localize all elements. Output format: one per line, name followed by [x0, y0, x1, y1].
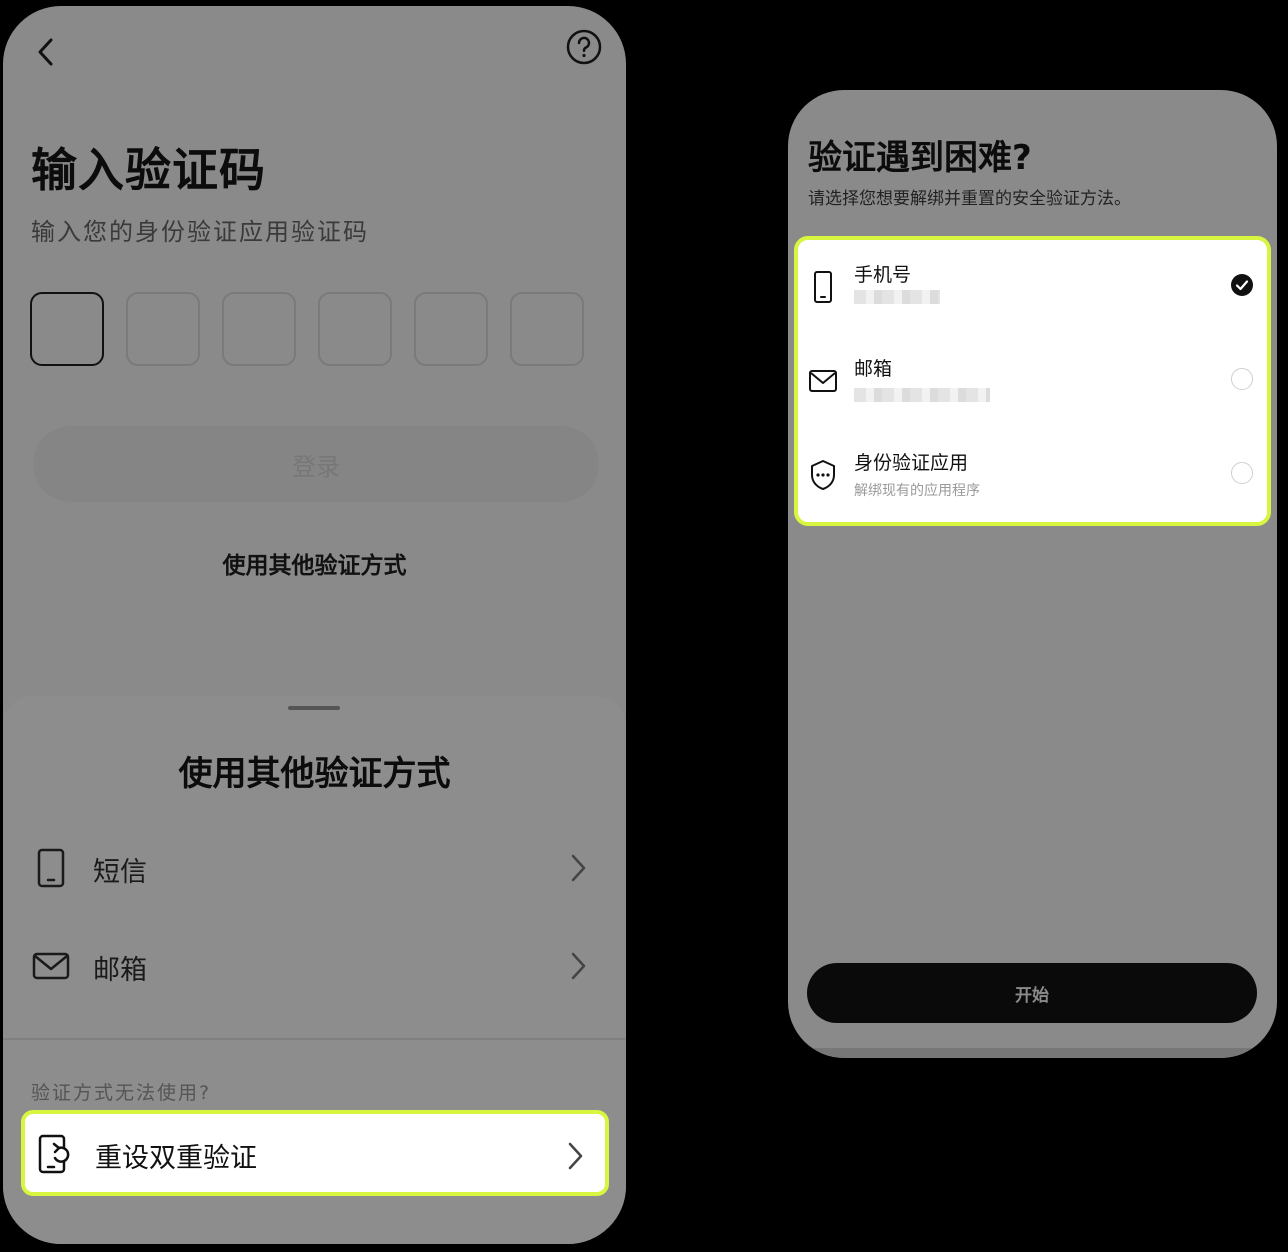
- mail-icon: [809, 370, 837, 392]
- back-arrow-icon[interactable]: [31, 32, 63, 72]
- left-phone-screen: 输入验证码 输入您的身份验证应用验证码 登录 使用其他验证方式 使用其他验证方式…: [3, 6, 626, 1244]
- code-digit-6[interactable]: [510, 292, 584, 366]
- reset-options-card: 手机号 邮箱 身份验证应用 解绑现有的应用程序: [794, 236, 1271, 526]
- option-radio[interactable]: [1231, 462, 1253, 484]
- phone-icon: [37, 848, 65, 888]
- page-subtitle: 输入您的身份验证应用验证码: [31, 218, 369, 246]
- code-digit-1[interactable]: [30, 292, 104, 366]
- chevron-right-icon: [571, 952, 586, 980]
- shield-icon: [811, 460, 835, 490]
- chevron-right-icon: [571, 854, 586, 882]
- login-button[interactable]: 登录: [33, 426, 599, 502]
- masked-email: [854, 388, 990, 402]
- option-radio[interactable]: [1231, 368, 1253, 390]
- code-input-row: [30, 292, 584, 366]
- cant-use-label: 验证方式无法使用?: [31, 1082, 212, 1104]
- right-phone-screen: 验证遇到困难? 请选择您想要解绑并重置的安全验证方法。 手机号 邮箱 身份验证应…: [788, 90, 1277, 1058]
- masked-phone-number: [854, 290, 940, 304]
- help-icon[interactable]: [565, 28, 603, 66]
- sheet-option-email[interactable]: 邮箱: [3, 930, 626, 1000]
- chevron-right-icon: [568, 1142, 583, 1170]
- start-button[interactable]: 开始: [807, 963, 1257, 1023]
- phone-icon: [814, 271, 832, 303]
- code-digit-3[interactable]: [222, 292, 296, 366]
- reset-page-subtitle: 请选择您想要解绑并重置的安全验证方法。: [808, 189, 1131, 209]
- option-authenticator[interactable]: 身份验证应用 解绑现有的应用程序: [798, 428, 1267, 522]
- other-methods-link[interactable]: 使用其他验证方式: [3, 546, 626, 580]
- check-icon: [1235, 280, 1249, 291]
- reset-2fa-button[interactable]: 重设双重验证: [21, 1110, 609, 1196]
- option-label: 手机号: [854, 264, 912, 286]
- sheet-drag-handle[interactable]: [288, 706, 340, 710]
- option-email[interactable]: 邮箱: [798, 334, 1267, 428]
- option-label: 邮箱: [854, 358, 893, 380]
- reset-2fa-label: 重设双重验证: [95, 1143, 257, 1174]
- option-radio-checked[interactable]: [1231, 274, 1253, 296]
- code-digit-4[interactable]: [318, 292, 392, 366]
- option-label: 身份验证应用: [854, 452, 969, 474]
- mail-icon: [32, 952, 70, 980]
- sheet-divider: [3, 1038, 626, 1040]
- reset-page-title: 验证遇到困难?: [808, 138, 1032, 178]
- page-title: 输入验证码: [31, 143, 266, 197]
- other-methods-sheet: 使用其他验证方式 短信 邮箱 验证方式无法使用? 重设双重验证: [3, 696, 626, 1244]
- code-digit-5[interactable]: [414, 292, 488, 366]
- code-digit-2[interactable]: [126, 292, 200, 366]
- bottom-edge: [788, 1048, 1277, 1058]
- sheet-option-label: 邮箱: [93, 955, 147, 986]
- sheet-option-sms[interactable]: 短信: [3, 832, 626, 902]
- option-detail: 解绑现有的应用程序: [854, 483, 980, 499]
- option-phone[interactable]: 手机号: [798, 240, 1267, 334]
- sheet-title: 使用其他验证方式: [178, 754, 451, 794]
- reset-phone-icon: [38, 1134, 70, 1174]
- sheet-option-label: 短信: [93, 857, 147, 888]
